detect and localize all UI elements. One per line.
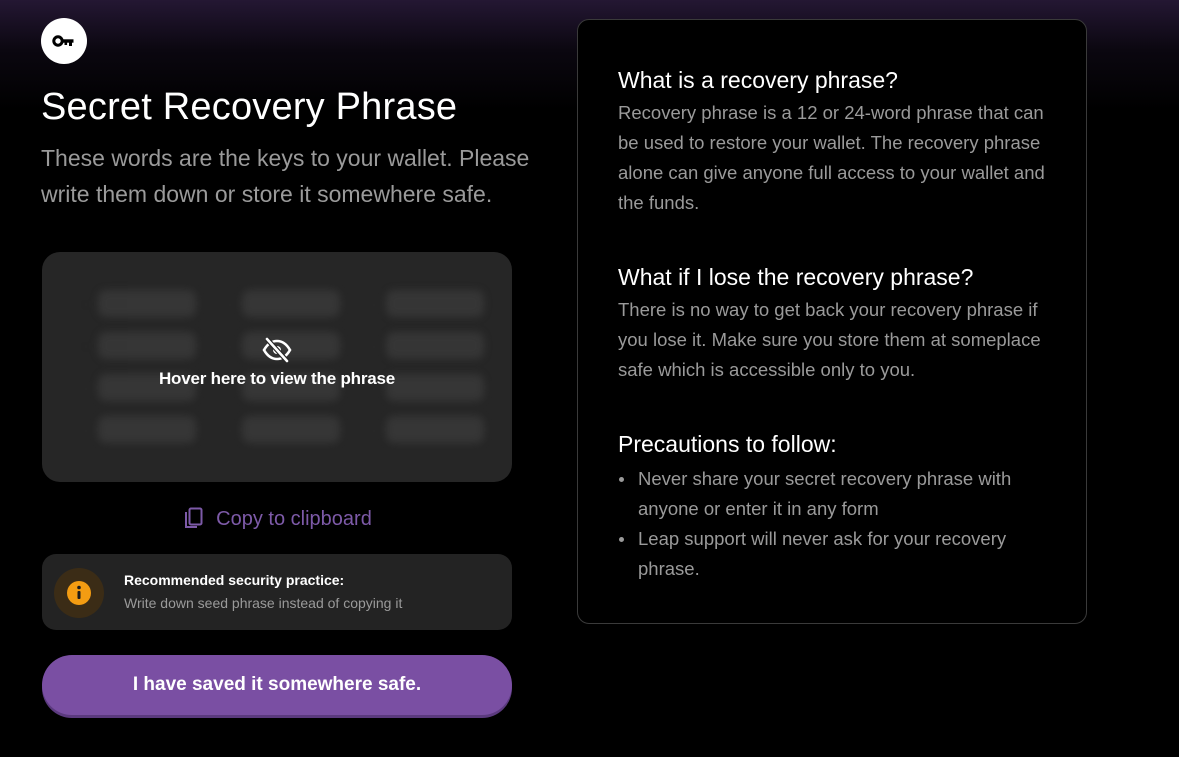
list-item: Leap support will never ask for your rec… <box>619 524 1058 584</box>
alert-title: Recommended security practice: <box>124 572 345 588</box>
reveal-phrase-label: Hover here to view the phrase <box>158 369 396 388</box>
info-section-what-is: What is a recovery phrase? Recovery phra… <box>618 66 1058 218</box>
key-icon <box>52 35 74 47</box>
page-title: Secret Recovery Phrase <box>41 86 458 128</box>
copy-to-clipboard-label: Copy to clipboard <box>216 507 372 530</box>
reveal-phrase-overlay[interactable]: Hover here to view the phrase <box>42 252 512 482</box>
info-body: Recovery phrase is a 12 or 24-word phras… <box>618 102 1045 213</box>
saved-confirm-button[interactable]: I have saved it somewhere safe. <box>42 655 512 715</box>
info-body: There is no way to get back your recover… <box>618 299 1041 380</box>
precautions-list: Never share your secret recovery phrase … <box>618 464 1058 584</box>
copy-to-clipboard-button[interactable]: Copy to clipboard <box>42 504 512 534</box>
security-practice-alert: Recommended security practice: Write dow… <box>42 554 512 630</box>
info-heading: What is a recovery phrase? <box>618 67 898 93</box>
recovery-phrase-box[interactable]: · · · · · · · · · · · · Hover here to vi… <box>42 252 512 482</box>
info-section-precautions: Precautions to follow: Never share your … <box>618 430 1058 584</box>
info-section-lose: What if I lose the recovery phrase? Ther… <box>618 263 1058 385</box>
info-heading: What if I lose the recovery phrase? <box>618 264 974 290</box>
list-item: Never share your secret recovery phrase … <box>619 464 1058 524</box>
alert-description: Write down seed phrase instead of copyin… <box>124 595 403 611</box>
page-subtitle: These words are the keys to your wallet.… <box>41 145 530 207</box>
info-heading: Precautions to follow: <box>618 431 837 457</box>
info-card: What is a recovery phrase? Recovery phra… <box>577 19 1087 624</box>
alert-icon-wrapper <box>54 568 104 618</box>
copy-icon <box>185 507 203 528</box>
key-badge <box>41 18 87 64</box>
info-icon <box>67 581 91 605</box>
eye-off-icon <box>262 337 292 363</box>
